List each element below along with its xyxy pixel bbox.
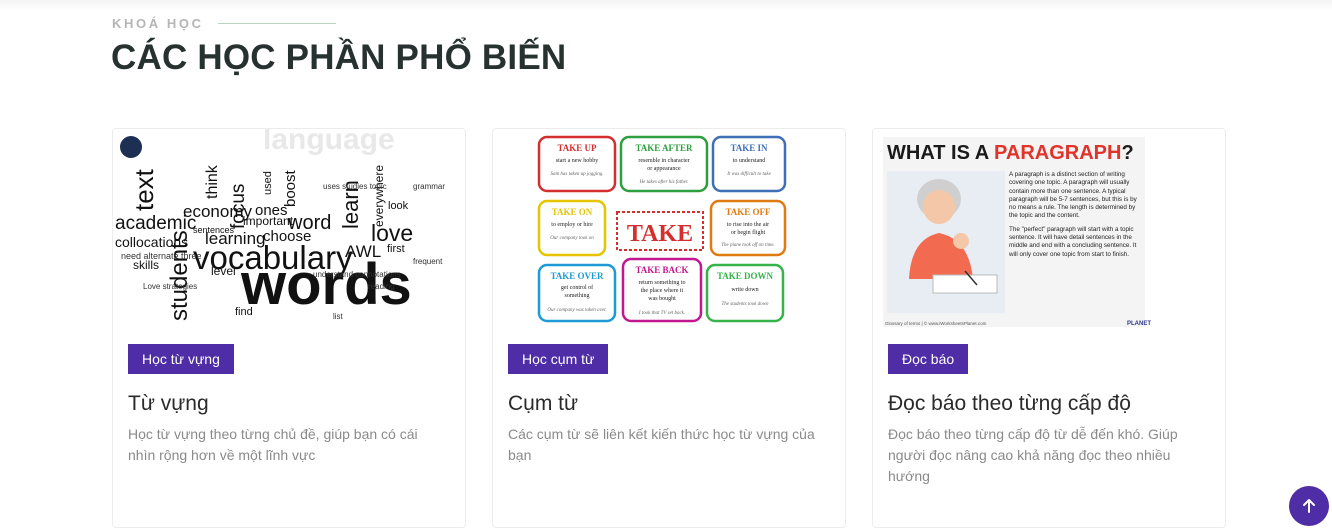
course-thumbnail-reading[interactable]: WHAT IS A PARAGRAPH? A paragraph is a di… (873, 129, 1225, 329)
course-title[interactable]: Đọc báo theo từng cấp độ (888, 392, 1131, 416)
bubble-take-down: TAKE DOWN write down The students took d… (705, 263, 785, 323)
svg-text:frequent: frequent (413, 257, 443, 266)
course-card-vocabulary[interactable]: language words vocabulary students text … (112, 128, 466, 528)
arrow-up-icon (1303, 499, 1315, 513)
course-thumbnail-phrases[interactable]: TAKE UP start a new hobby Sam has taken … (493, 129, 845, 329)
bubble-take-in: TAKE IN to understand It was difficult t… (711, 135, 787, 193)
svg-text:TAKE: TAKE (627, 221, 693, 247)
section-label-divider (217, 23, 336, 24)
svg-text:TAKE OFF: TAKE OFF (725, 207, 771, 217)
svg-text:The students took down: The students took down (721, 302, 769, 307)
header-shadow (0, 0, 1332, 10)
svg-text:I took that TV set back.: I took that TV set back. (638, 311, 685, 316)
brand-logo-icon (120, 136, 142, 158)
svg-text:list: list (333, 312, 344, 321)
cloud-word: first (387, 243, 405, 255)
svg-text:TAKE UP: TAKE UP (557, 143, 597, 153)
category-badge[interactable]: Học cụm từ (508, 344, 609, 374)
cloud-word: find (235, 306, 253, 318)
cloud-word: think (204, 164, 221, 199)
svg-text:The plane took off on time.: The plane took off on time. (721, 243, 775, 248)
svg-text:Our company took on: Our company took on (550, 236, 594, 241)
svg-text:Our company was taken over.: Our company was taken over. (547, 308, 606, 313)
svg-text:was bought: was bought (648, 296, 676, 302)
svg-text:WHAT IS A PARAGRAPH?: WHAT IS A PARAGRAPH? (887, 142, 1134, 164)
cloud-word: boost (282, 169, 299, 207)
bubble-take-on: TAKE ON to employ or hire Our company to… (537, 199, 607, 257)
bubble-take-after: TAKE AFTER resemble in character or appe… (619, 135, 709, 193)
cloud-word: collocations (115, 234, 188, 250)
svg-text:language: language (263, 129, 395, 156)
course-card-phrases[interactable]: TAKE UP start a new hobby Sam has taken … (492, 128, 846, 528)
section-title: CÁC HỌC PHẦN PHỔ BIẾN (111, 38, 567, 77)
svg-text:Sam has taken up jogging.: Sam has taken up jogging. (551, 172, 604, 177)
bubble-take-over: TAKE OVER get control of something Our c… (537, 263, 617, 323)
svg-text:need alternate three: need alternate three (121, 251, 202, 261)
svg-text:or appearance: or appearance (647, 166, 681, 172)
category-badge[interactable]: Học từ vựng (128, 344, 234, 374)
svg-text:to understand: to understand (733, 158, 766, 164)
course-thumbnail-vocabulary[interactable]: language words vocabulary students text … (113, 129, 465, 329)
category-badge[interactable]: Đọc báo (888, 344, 969, 374)
course-description: Các cụm từ sẽ liên kết kiến thức học từ … (508, 426, 815, 463)
svg-text:start a new hobby: start a new hobby (556, 158, 599, 164)
scroll-to-top-button[interactable] (1289, 486, 1329, 526)
take-center-box: TAKE (616, 211, 704, 251)
svg-text:return something to: return something to (639, 280, 686, 286)
svg-text:or begin flight: or begin flight (731, 229, 766, 236)
svg-text:understand connotations: understand connotations (313, 270, 401, 279)
cloud-word: used (262, 171, 274, 195)
svg-text:something: something (565, 293, 590, 299)
course-title[interactable]: Cụm từ (508, 392, 578, 416)
course-title[interactable]: Từ vựng (128, 392, 209, 416)
svg-text:He takes after his father.: He takes after his father. (638, 180, 688, 185)
svg-text:TAKE AFTER: TAKE AFTER (635, 143, 693, 153)
planet-logo: PLANET (1127, 321, 1151, 327)
svg-text:TAKE DOWN: TAKE DOWN (717, 271, 774, 281)
cloud-word: everywhere (372, 165, 386, 227)
svg-text:to rise into the air: to rise into the air (727, 222, 769, 228)
cloud-word: AWL (345, 242, 381, 261)
cloud-word: level (211, 264, 236, 278)
svg-text:uses studies topic: uses studies topic (323, 182, 387, 191)
svg-text:to employ or hire: to employ or hire (551, 222, 593, 228)
section-label-text: KHOÁ HỌC (112, 16, 204, 31)
bubble-take-off: TAKE OFF to rise into the air or begin f… (709, 199, 787, 257)
cloud-word: text (129, 168, 159, 211)
svg-text:Love strategies: Love strategies (143, 282, 197, 291)
svg-text:reading: reading (368, 282, 395, 291)
svg-text:grammar: grammar (413, 182, 445, 191)
svg-text:It was difficult to take: It was difficult to take (726, 172, 771, 177)
section-label: KHOÁ HỌC (112, 16, 336, 31)
svg-text:TAKE BACK: TAKE BACK (635, 265, 688, 275)
svg-text:the place where it: the place where it (641, 288, 684, 294)
cloud-word: sentences (193, 225, 235, 235)
bubble-take-back: TAKE BACK return something to the place … (621, 257, 703, 323)
cloud-word: look (388, 200, 409, 212)
svg-text:TAKE ON: TAKE ON (552, 207, 593, 217)
svg-text:resemble in character: resemble in character (638, 158, 689, 164)
svg-text:get control of: get control of (561, 284, 593, 291)
svg-text:TAKE OVER: TAKE OVER (550, 271, 604, 281)
course-description: Đọc báo theo từng cấp độ từ dễ đến khó. … (888, 426, 1178, 484)
svg-text:Glossary of terms | © www.iWor: Glossary of terms | © www.iWorksheetsPla… (885, 320, 987, 326)
cloud-word: choose (263, 228, 311, 245)
course-card-reading[interactable]: WHAT IS A PARAGRAPH? A paragraph is a di… (872, 128, 1226, 528)
svg-text:TAKE IN: TAKE IN (730, 143, 768, 153)
bubble-take-up: TAKE UP start a new hobby Sam has taken … (537, 135, 617, 193)
course-description: Học từ vựng theo từng chủ đề, giúp bạn c… (128, 426, 418, 463)
svg-text:write down: write down (731, 287, 758, 293)
